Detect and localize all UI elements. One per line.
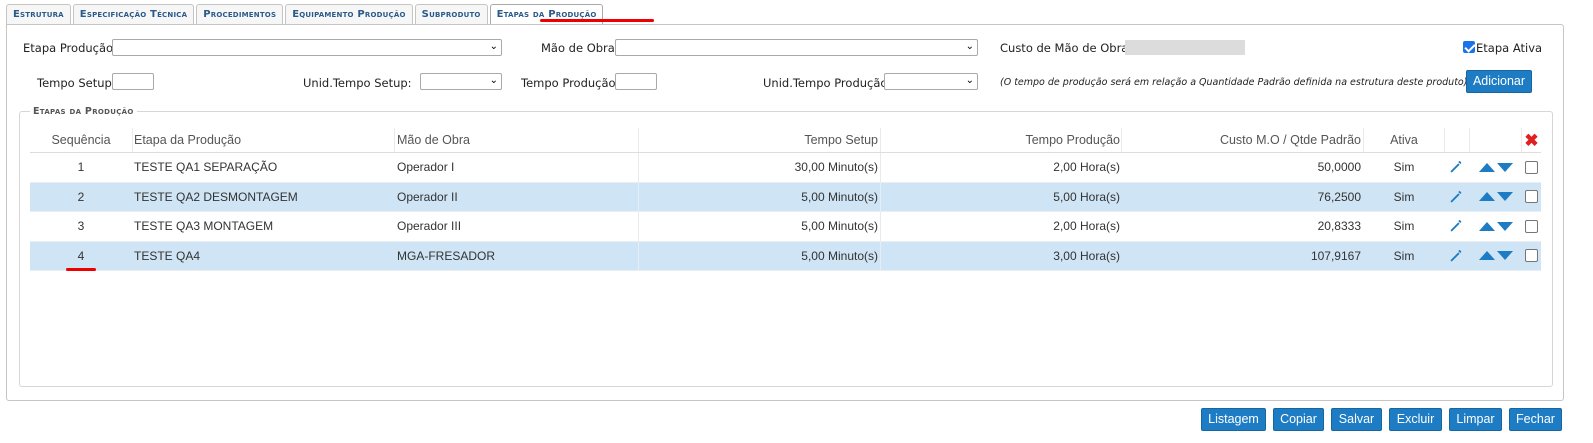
cell-custo: 107,9167	[1310, 248, 1361, 263]
pencil-icon[interactable]	[1444, 183, 1468, 212]
mao-de-obra-label: Mão de Obra:	[541, 41, 619, 55]
chevron-down-icon: ⌄	[965, 75, 974, 86]
pencil-icon[interactable]	[1444, 153, 1468, 182]
tempo-setup-input[interactable]	[112, 73, 154, 90]
cell-tempo-producao: 5,00 Hora(s)	[1053, 189, 1120, 204]
custo-mao-de-obra-label: Custo de Mão de Obra:	[1000, 41, 1133, 55]
arrow-up-icon[interactable]	[1479, 192, 1495, 202]
cell-etapa: TESTE QA3 MONTAGEM	[134, 219, 274, 234]
cell-ativa: Sim	[1393, 248, 1415, 263]
table-row[interactable]: 4 TESTE QA4 MGA-FRESADOR 5,00 Minuto(s) …	[30, 241, 1541, 271]
cell-mao-de-obra: Operador II	[397, 189, 458, 204]
move-controls	[1470, 242, 1522, 271]
chevron-down-icon: ⌄	[489, 75, 498, 86]
etapa-producao-label: Etapa Produção:	[23, 41, 117, 55]
adicionar-button[interactable]: Adicionar	[1466, 70, 1532, 93]
cell-mao-de-obra: Operador I	[397, 160, 455, 175]
chevron-down-icon: ⌄	[489, 41, 498, 52]
cell-sequencia: 3	[77, 219, 85, 234]
etapa-producao-select[interactable]: ⌄	[112, 39, 502, 56]
table-row[interactable]: 2 TESTE QA2 DESMONTAGEM Operador II 5,00…	[30, 182, 1541, 212]
cell-custo: 76,2500	[1317, 189, 1361, 204]
arrow-down-icon[interactable]	[1497, 192, 1513, 202]
arrow-down-icon[interactable]	[1497, 221, 1513, 231]
column-header-tempo-producao[interactable]: Tempo Produção	[882, 128, 1120, 152]
arrow-up-icon[interactable]	[1479, 162, 1495, 172]
tempo-producao-input[interactable]	[615, 73, 657, 90]
table-row[interactable]: 3 TESTE QA3 MONTAGEM Operador III 5,00 M…	[30, 212, 1541, 242]
cell-tempo-setup: 5,00 Minuto(s)	[801, 248, 878, 263]
tab-procedimentos[interactable]: Procedimentos	[196, 4, 284, 24]
copiar-button[interactable]: Copiar	[1273, 408, 1324, 431]
row-select-checkbox[interactable]	[1522, 183, 1541, 212]
tab-especificacao-tecnica[interactable]: Especificação Técnica	[72, 4, 195, 24]
row-select-checkbox[interactable]	[1522, 212, 1541, 241]
cell-custo: 50,0000	[1317, 160, 1361, 175]
cell-etapa: TESTE QA2 DESMONTAGEM	[134, 189, 298, 204]
column-header-custo[interactable]: Custo M.O / Qtde Padrão	[1123, 128, 1361, 152]
unid-tempo-setup-label: Unid.Tempo Setup:	[303, 76, 412, 90]
arrow-down-icon[interactable]	[1497, 162, 1513, 172]
cell-custo: 20,8333	[1317, 219, 1361, 234]
tab-estrutura[interactable]: Estrutura	[6, 4, 71, 24]
cell-mao-de-obra: Operador III	[397, 219, 462, 234]
cell-sequencia: 1	[77, 160, 85, 175]
tab-subproduto[interactable]: Subproduto	[414, 4, 488, 24]
tempo-producao-label: Tempo Produção:	[521, 76, 620, 90]
arrow-up-icon[interactable]	[1479, 251, 1495, 261]
tempo-setup-label: Tempo Setup:	[37, 76, 116, 90]
column-header-etapa[interactable]: Etapa da Produção	[134, 128, 394, 152]
cell-etapa: TESTE QA4	[134, 248, 201, 263]
unid-tempo-producao-select[interactable]: ⌄	[884, 73, 978, 90]
cell-ativa: Sim	[1393, 219, 1415, 234]
row-select-checkbox[interactable]	[1522, 242, 1541, 271]
cell-mao-de-obra: MGA-FRESADOR	[397, 248, 496, 263]
cell-tempo-producao: 3,00 Hora(s)	[1053, 248, 1120, 263]
cell-ativa: Sim	[1393, 160, 1415, 175]
row-select-checkbox[interactable]	[1522, 153, 1541, 182]
cell-tempo-setup: 30,00 Minuto(s)	[794, 160, 878, 175]
cell-tempo-setup: 5,00 Minuto(s)	[801, 219, 878, 234]
pencil-icon[interactable]	[1444, 212, 1468, 241]
etapa-ativa-checkbox[interactable]	[1463, 41, 1475, 53]
cell-sequencia: 4	[77, 248, 85, 263]
unid-tempo-setup-select[interactable]: ⌄	[420, 73, 502, 90]
etapa-ativa-label: Etapa Ativa	[1476, 41, 1543, 55]
column-header-tempo-setup[interactable]: Tempo Setup	[640, 128, 878, 152]
table-header-row: Sequência Etapa da Produção Mão de Obra …	[30, 128, 1541, 153]
cell-etapa: TESTE QA1 SEPARAÇÃO	[134, 160, 278, 175]
cell-tempo-producao: 2,00 Hora(s)	[1053, 219, 1120, 234]
table-row[interactable]: 1 TESTE QA1 SEPARAÇÃO Operador I 30,00 M…	[30, 153, 1541, 183]
column-header-ativa[interactable]: Ativa	[1364, 128, 1444, 152]
salvar-button[interactable]: Salvar	[1331, 408, 1382, 431]
arrow-down-icon[interactable]	[1497, 251, 1513, 261]
etapas-fieldset-legend: Etapas da Produção	[30, 106, 137, 117]
cell-ativa: Sim	[1393, 189, 1415, 204]
active-tab-annotation	[540, 19, 654, 22]
delete-selected-icon[interactable]: ✖	[1522, 128, 1541, 152]
cell-tempo-setup: 5,00 Minuto(s)	[801, 189, 878, 204]
unid-tempo-producao-label: Unid.Tempo Produção:	[763, 76, 892, 90]
chevron-down-icon: ⌄	[965, 41, 974, 52]
arrow-up-icon[interactable]	[1479, 221, 1495, 231]
cell-tempo-producao: 2,00 Hora(s)	[1053, 160, 1120, 175]
cell-sequencia: 2	[77, 189, 85, 204]
etapas-table: Sequência Etapa da Produção Mão de Obra …	[30, 128, 1541, 271]
column-header-sequencia[interactable]: Sequência	[30, 128, 132, 152]
move-controls	[1470, 153, 1522, 182]
tab-equipamento-producao[interactable]: Equipamento Produção	[285, 4, 413, 24]
tab-bar: Estrutura Especificação Técnica Procedim…	[6, 4, 605, 25]
column-header-mao-de-obra[interactable]: Mão de Obra	[397, 128, 637, 152]
move-controls	[1470, 183, 1522, 212]
tempo-producao-note: (O tempo de produção será em relação a Q…	[1000, 77, 1468, 88]
fechar-button[interactable]: Fechar	[1509, 408, 1562, 431]
limpar-button[interactable]: Limpar	[1449, 408, 1502, 431]
move-controls	[1470, 212, 1522, 241]
custo-mao-de-obra-value	[1125, 40, 1245, 55]
excluir-button[interactable]: Excluir	[1389, 408, 1442, 431]
sequence-annotation	[66, 268, 96, 271]
listagem-button[interactable]: Listagem	[1201, 408, 1266, 431]
pencil-icon[interactable]	[1444, 242, 1468, 271]
mao-de-obra-select[interactable]: ⌄	[615, 39, 978, 56]
